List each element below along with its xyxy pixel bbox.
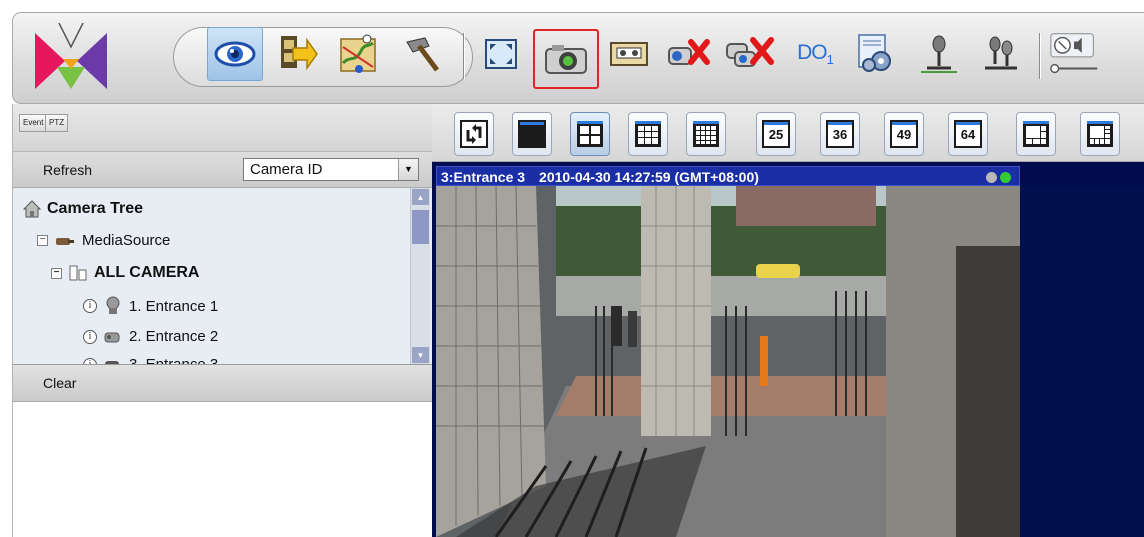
status-dot-icon (1000, 172, 1011, 183)
layout-36-icon: 36 (826, 120, 854, 148)
info-icon[interactable]: i (83, 299, 97, 313)
config-gears-icon (858, 34, 891, 72)
layout-custom-2-button[interactable] (1080, 112, 1120, 156)
video-grid: 3:Entrance 3 2010-04-30 14:27:59 (GMT+08:… (432, 162, 1144, 537)
toolbar-separator (463, 33, 465, 79)
disconnect-button[interactable] (661, 27, 717, 81)
eye-icon (214, 41, 256, 67)
volume-control[interactable] (1047, 27, 1103, 81)
camera-disconnect-icon (668, 39, 710, 65)
camera-timestamp: 2010-04-30 14:27:59 (GMT+08:00) (539, 169, 759, 185)
left-panel: Event PTZ Refresh Camera ID ▼ Camera Tre… (12, 104, 432, 537)
hammer-icon (406, 37, 439, 72)
fullscreen-icon (485, 39, 517, 69)
layout-4-button[interactable] (570, 112, 610, 156)
tree-item-camera-1[interactable]: i 1. Entrance 1 (83, 296, 218, 316)
map-icon (340, 34, 376, 73)
emap-button[interactable] (331, 27, 387, 81)
camera-group-icon (69, 265, 87, 281)
scroll-thumb[interactable] (412, 210, 429, 244)
nvr-client-window: DO1 Event PTZ Refresh Camera ID ▼ Camera… (0, 0, 1144, 537)
sort-select-value: Camera ID (250, 161, 323, 178)
camera-icon (104, 332, 120, 342)
camera-tree: Camera Tree − MediaSource − ALL CAMERA i… (12, 188, 432, 364)
status-dot-icon (986, 172, 997, 183)
video-feed[interactable] (436, 186, 1020, 537)
main-toolbar: DO1 (12, 12, 1144, 104)
layout-toolbar: 25 36 49 64 (432, 104, 1144, 162)
quad-view-icon (577, 121, 603, 147)
snapshot-button[interactable] (533, 29, 599, 89)
layout-64-icon: 64 (954, 120, 982, 148)
panel-tabs: Event PTZ (12, 104, 432, 152)
home-icon (23, 200, 41, 218)
layout-1-button[interactable] (512, 112, 552, 156)
custom-layout-icon (1087, 121, 1113, 147)
tree-node-mediasource[interactable]: − MediaSource (37, 232, 170, 249)
camera-icon (105, 360, 119, 364)
event-list (12, 402, 432, 537)
do-icon: DO1 (797, 40, 834, 68)
camera-snapshot-icon (545, 45, 587, 74)
tree-controls: Refresh Camera ID ▼ (12, 152, 432, 188)
sixteen-view-icon (693, 121, 719, 147)
digital-output-button[interactable]: DO1 (787, 27, 843, 81)
rotate-icon (460, 120, 488, 148)
microphones-icon (985, 36, 1017, 70)
event-controls: Clear (12, 364, 432, 402)
toolbar-separator (1039, 33, 1041, 79)
layout-25-button[interactable]: 25 (756, 112, 796, 156)
talk-all-button[interactable] (973, 27, 1029, 81)
clear-button[interactable]: Clear (43, 375, 76, 391)
film-arrow-icon (281, 36, 318, 71)
camera-title-bar[interactable]: 3:Entrance 3 2010-04-30 14:27:59 (GMT+08:… (436, 166, 1020, 186)
ptz-camera-icon (106, 296, 120, 314)
tree-root[interactable]: Camera Tree (23, 200, 143, 218)
talk-button[interactable] (911, 27, 967, 81)
layout-custom-1-button[interactable] (1016, 112, 1056, 156)
disconnect-all-button[interactable] (723, 27, 779, 81)
layout-64-button[interactable]: 64 (948, 112, 988, 156)
tape-record-icon (610, 42, 648, 66)
tab-event[interactable]: Event (19, 114, 48, 132)
layout-9-button[interactable] (628, 112, 668, 156)
microphone-icon (921, 35, 957, 73)
single-view-icon (518, 120, 546, 148)
empty-view-cell[interactable] (1020, 186, 1144, 537)
collapse-icon[interactable]: − (51, 267, 62, 279)
chevron-down-icon[interactable]: ▼ (398, 159, 418, 180)
full-screen-button[interactable] (473, 27, 529, 81)
sort-select[interactable]: Camera ID ▼ (243, 158, 419, 181)
record-button[interactable] (601, 27, 657, 81)
scroll-down-icon[interactable]: ▼ (412, 347, 429, 363)
rotate-layout-button[interactable] (454, 112, 494, 156)
setup-button[interactable] (393, 27, 449, 81)
tree-item-camera-2[interactable]: i 2. Entrance 2 (83, 328, 218, 345)
collapse-icon[interactable]: − (37, 235, 48, 246)
layout-49-button[interactable]: 49 (884, 112, 924, 156)
camera-source-icon (56, 237, 74, 245)
custom-layout-icon (1023, 121, 1049, 147)
info-icon[interactable]: i (83, 329, 97, 344)
tree-item-camera-3[interactable]: i 3. Entrance 3 (83, 356, 218, 364)
layout-49-icon: 49 (890, 120, 918, 148)
app-logo (35, 23, 107, 89)
cameras-disconnect-icon (726, 37, 774, 67)
refresh-button[interactable]: Refresh (43, 162, 92, 178)
live-view-button[interactable] (207, 27, 263, 81)
speaker-volume-icon (1050, 33, 1098, 74)
layout-25-icon: 25 (762, 120, 790, 148)
config-button[interactable] (849, 27, 905, 81)
tree-node-all-camera[interactable]: − ALL CAMERA (51, 264, 199, 282)
nine-view-icon (635, 121, 661, 147)
tab-ptz[interactable]: PTZ (45, 114, 69, 132)
tree-scrollbar[interactable]: ▲ ▼ (410, 188, 430, 364)
playback-button[interactable] (269, 27, 325, 81)
camera-video-image (436, 186, 1020, 537)
scroll-up-icon[interactable]: ▲ (412, 189, 429, 205)
camera-title: 3:Entrance 3 (441, 169, 526, 185)
layout-16-button[interactable] (686, 112, 726, 156)
camera-status (986, 172, 1011, 183)
layout-36-button[interactable]: 36 (820, 112, 860, 156)
